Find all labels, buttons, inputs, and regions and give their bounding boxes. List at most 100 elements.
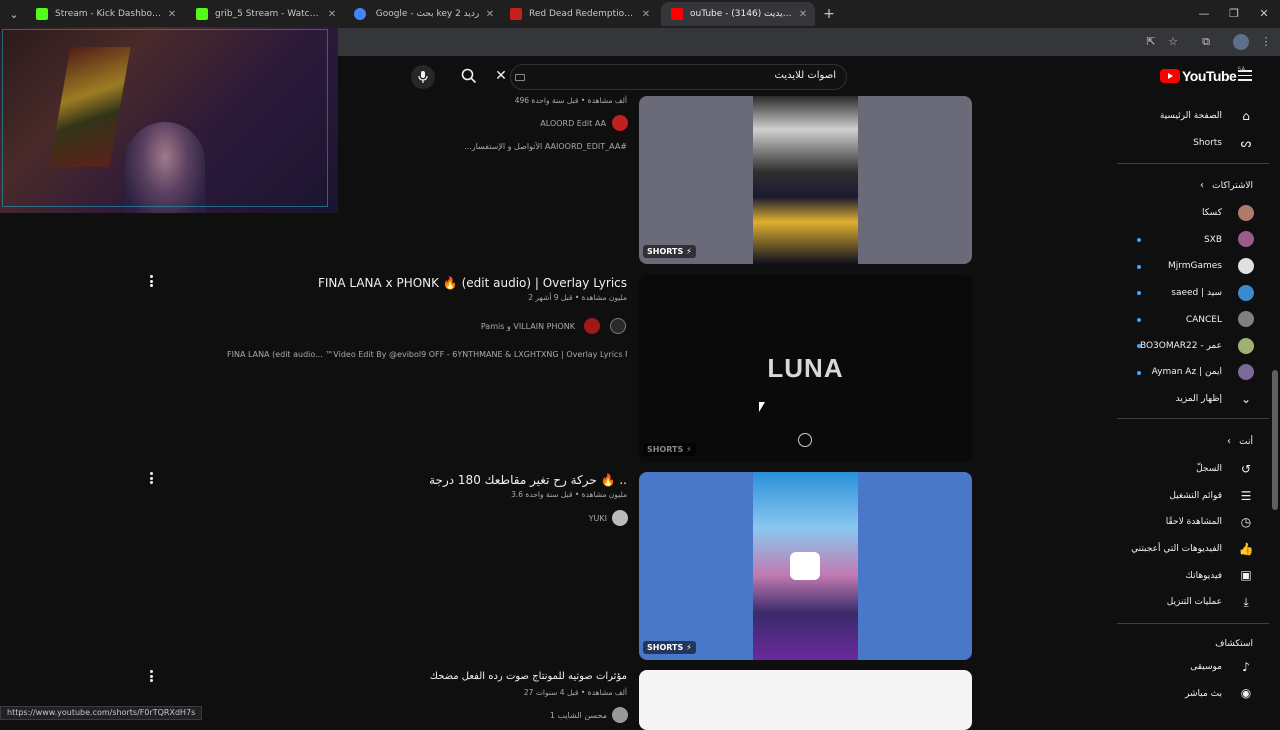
close-icon[interactable]: ✕ (795, 9, 811, 20)
divider (1117, 418, 1269, 419)
close-icon[interactable]: ✕ (638, 9, 654, 20)
sidebar-item-downloads[interactable]: عمليات التنزيل (1167, 597, 1222, 607)
sidebar-explore-header: استكشاف (1215, 639, 1253, 649)
sidebar-item-subscription[interactable]: كسكا (1202, 208, 1222, 218)
channel-avatar[interactable] (584, 318, 600, 334)
mouse-cursor-icon (759, 402, 765, 412)
sidebar-item-subscription[interactable]: saeed | سيد (1171, 288, 1222, 298)
sidebar-item-shorts[interactable]: Shorts (1193, 138, 1222, 148)
sidebar-item-subscription[interactable]: CANCEL (1186, 315, 1222, 325)
extensions-icon[interactable]: ⧉ (1198, 34, 1214, 50)
google-favicon-icon (354, 8, 366, 20)
subscription-avatar (1238, 311, 1254, 327)
restore-icon[interactable]: ❐ (1222, 6, 1246, 22)
channel-avatar[interactable] (612, 510, 628, 526)
status-url: https://www.youtube.com/shorts/F0rTQRXdH… (0, 706, 203, 720)
more-actions-icon[interactable] (150, 670, 154, 682)
shorts-icon: ᔕ (1240, 136, 1252, 150)
video-description: FINA LANA (edit audio... ™Video Edit By … (227, 350, 627, 359)
sidebar-item-your-videos[interactable]: فيديوهاتك (1186, 571, 1222, 581)
tab-search-icon[interactable]: ⌄ (4, 4, 24, 24)
video-meta: 496 ألف مشاهدة • قبل سنة واحدة (514, 96, 627, 105)
sidebar-item-home[interactable]: الصفحة الرئيسية (1160, 111, 1222, 121)
subscription-avatar (1238, 205, 1254, 221)
bookmark-star-icon[interactable]: ☆ (1165, 34, 1181, 50)
home-icon: ⌂ (1242, 109, 1250, 123)
tab-label: Stream - Kick Dashboard (55, 9, 164, 19)
channel-avatar[interactable] (610, 318, 626, 334)
voice-search-button[interactable] (411, 65, 435, 89)
channel-name[interactable]: YUKI (589, 514, 607, 523)
channel-name[interactable]: Pamis و VILLAIN PHONK (481, 322, 575, 331)
video-thumbnail[interactable]: SHORTS ⚡ (639, 96, 972, 264)
download-icon: ⤓ (1243, 594, 1249, 609)
watch-later-icon: ◷ (1240, 515, 1252, 529)
youtube-wordmark: YouTube (1182, 68, 1237, 84)
kick-favicon-icon (36, 8, 48, 20)
more-actions-icon[interactable] (150, 275, 154, 287)
video-title[interactable]: FINA LANA x PHONK 🔥 (edit audio) | Overl… (318, 276, 627, 290)
close-window-icon[interactable]: ✕ (1252, 6, 1276, 22)
install-app-icon[interactable]: ⇱ (1143, 34, 1159, 50)
sidebar-item-history[interactable]: السجلّ (1196, 464, 1222, 474)
chevron-down-icon: ⌄ (1240, 392, 1252, 406)
shorts-badge: SHORTS ⚡ (643, 641, 696, 654)
music-icon: ♪ (1242, 660, 1250, 674)
playlists-icon: ☰ (1240, 489, 1252, 503)
clear-search-icon[interactable]: ✕ (494, 68, 508, 84)
rdr-favicon-icon (510, 8, 522, 20)
sidebar-item-music[interactable]: موسيقى (1190, 662, 1222, 672)
browser-menu-icon[interactable]: ⋮ (1258, 34, 1274, 50)
tab-label: grib_5 Stream - Watch Live on (215, 9, 324, 19)
tab-kick-dashboard[interactable]: Stream - Kick Dashboard ✕ (26, 2, 184, 26)
sidebar-item-watch-later[interactable]: المشاهدة لاحقًا (1166, 517, 1222, 527)
new-content-dot (1137, 238, 1141, 242)
video-thumbnail[interactable] (639, 670, 972, 730)
minimize-icon[interactable]: — (1192, 6, 1216, 22)
tab-google-search[interactable]: Google - بحث key 2 ردید ✕ (344, 2, 502, 26)
sidebar-item-subscription[interactable]: SXB (1204, 235, 1222, 245)
kick-favicon-icon (196, 8, 208, 20)
scrollbar-thumb[interactable] (1272, 370, 1278, 510)
channel-avatar[interactable] (612, 115, 628, 131)
divider (1117, 163, 1269, 164)
channel-name[interactable]: ALOORD Edit AA (540, 119, 606, 128)
tab-red-dead[interactable]: Red Dead Redemption 2 PC | P ✕ (500, 2, 658, 26)
sidebar-you-header[interactable]: أنت (1239, 437, 1253, 447)
page-scrollbar[interactable] (1272, 60, 1278, 720)
thumbnail-image (753, 96, 858, 264)
browser-tab-bar: ⌄ Stream - Kick Dashboard ✕ grib_5 Strea… (0, 0, 1280, 28)
youtube-logo[interactable]: YouTube SA (1160, 65, 1246, 84)
profile-avatar[interactable] (1233, 34, 1249, 50)
sidebar-item-live[interactable]: بث مباشر (1185, 689, 1222, 699)
more-actions-icon[interactable] (150, 472, 154, 484)
sidebar-item-subscription[interactable]: Ayman Az | ايمن (1152, 367, 1222, 377)
your-videos-icon: ▣ (1240, 568, 1252, 582)
channel-avatar[interactable] (612, 707, 628, 723)
keyboard-icon[interactable] (515, 74, 525, 81)
channel-name[interactable]: محسن الشايب 1 (550, 711, 607, 720)
new-content-dot (1137, 371, 1141, 375)
new-tab-icon[interactable]: + (819, 5, 839, 23)
close-icon[interactable]: ✕ (164, 9, 180, 20)
video-title[interactable]: حركة رح تغير مقاطعك 180 درجة 🔥 .. (429, 473, 627, 487)
subscription-avatar (1238, 258, 1254, 274)
sidebar-show-more[interactable]: إظهار المزيد (1176, 394, 1222, 404)
tab-kick-stream[interactable]: grib_5 Stream - Watch Live on ✕ (186, 2, 344, 26)
video-title[interactable]: مؤثرات صوتيه للمونتاج صوت رده الفعل مضحك (430, 671, 627, 682)
search-icon[interactable] (460, 67, 478, 85)
like-icon: 👍 (1238, 542, 1254, 556)
search-input[interactable]: اصوات للايديت (510, 64, 847, 90)
region-code: SA (1237, 65, 1246, 73)
sidebar-item-liked[interactable]: الفيديوهات التي أعجبتني (1131, 544, 1222, 554)
tab-youtube[interactable]: ouTube - اصوات للايديت (3146) ✕ (661, 2, 815, 26)
history-icon: ↺ (1240, 462, 1252, 476)
close-icon[interactable]: ✕ (482, 9, 498, 20)
video-thumbnail[interactable]: SHORTS ⚡ (639, 472, 972, 660)
sidebar-item-subscription[interactable]: BO3OMAR22 - عمر (1140, 341, 1222, 351)
close-icon[interactable]: ✕ (324, 9, 340, 20)
sidebar-subscriptions-header[interactable]: الاشتراكات (1212, 181, 1253, 191)
video-thumbnail[interactable]: LUNA SHORTS ⚡ (639, 275, 972, 462)
sidebar-item-playlists[interactable]: قوائم التشغيل (1169, 491, 1222, 501)
sidebar-item-subscription[interactable]: MjrmGames (1168, 261, 1222, 271)
